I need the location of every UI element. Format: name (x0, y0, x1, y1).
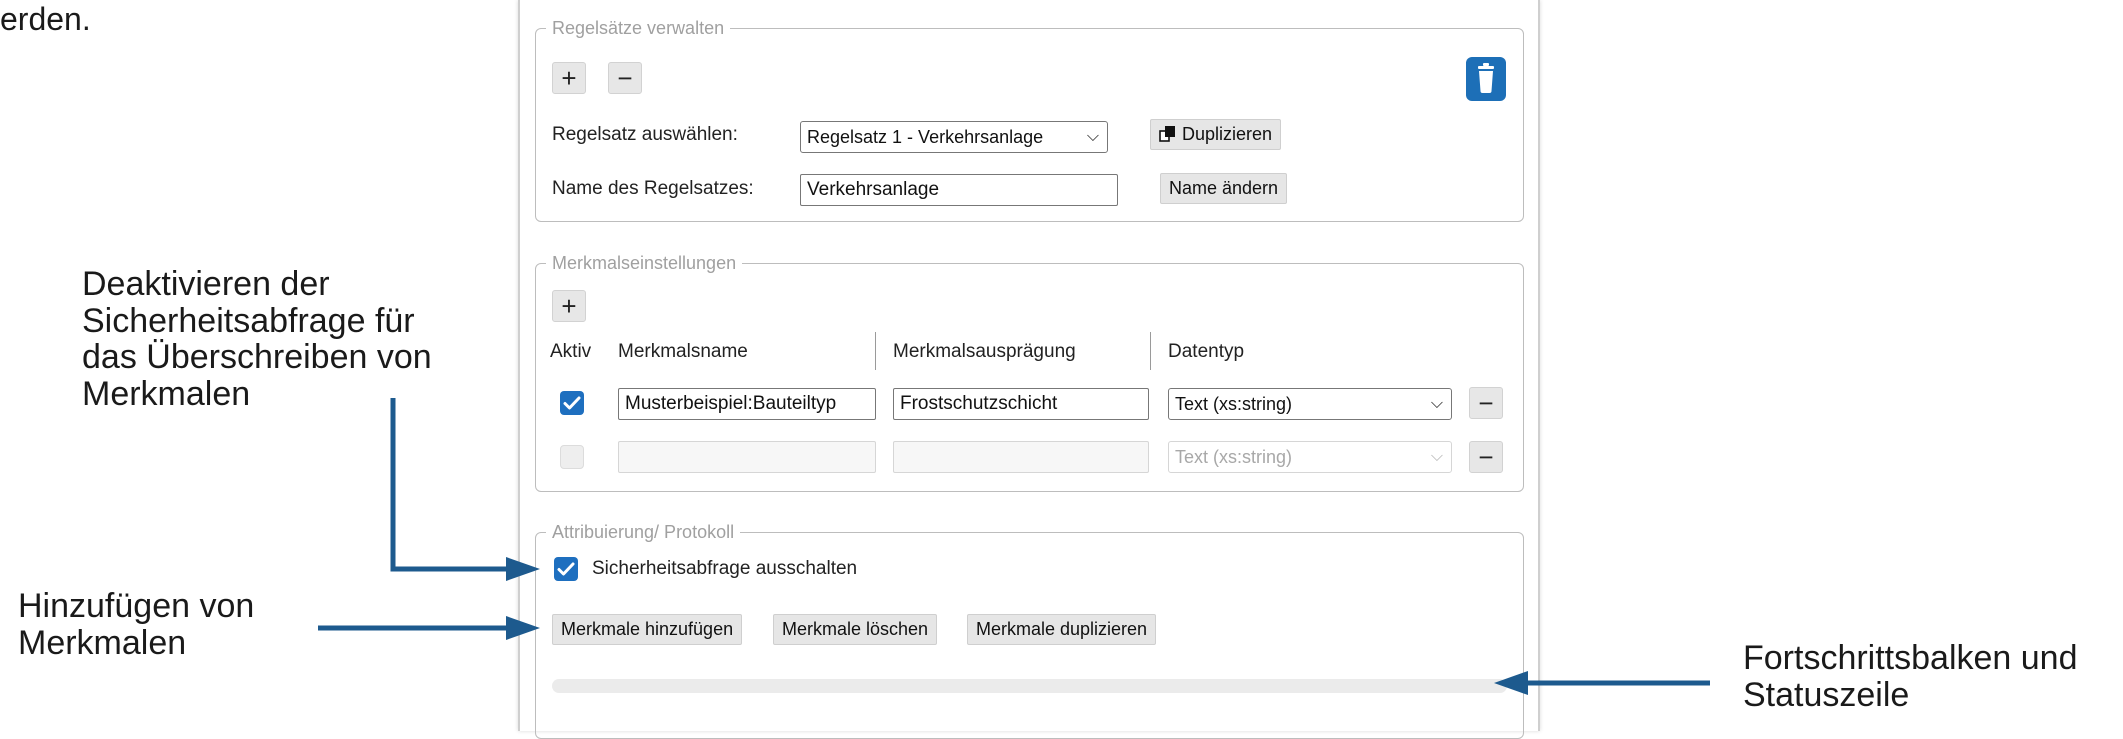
safety-prompt-checkbox[interactable] (554, 557, 578, 581)
feature-type-value: Text (xs:string) (1175, 447, 1293, 467)
delete-ruleset-button[interactable] (1466, 57, 1506, 101)
column-header-value: Merkmalsausprägung (893, 341, 1076, 362)
rename-ruleset-button[interactable]: Name ändern (1160, 173, 1288, 204)
feature-type-value: Text (xs:string) (1175, 394, 1293, 414)
feature-type-select[interactable]: Text (xs:string) ⌵ (1168, 388, 1452, 420)
remove-feature-button[interactable]: − (1469, 441, 1503, 473)
feature-type-select[interactable]: Text (xs:string) ⌵ (1168, 441, 1452, 473)
copy-icon (1159, 126, 1175, 142)
checkmark-icon (557, 562, 575, 576)
feature-value-input[interactable] (893, 441, 1149, 473)
annotation-line: Hinzufügen von (18, 587, 255, 625)
remove-ruleset-button[interactable]: − (608, 62, 642, 94)
add-ruleset-button[interactable]: + (552, 62, 586, 94)
ruleset-name-label: Name des Regelsatzes: (552, 178, 754, 199)
ruleset-legend: Regelsätze verwalten (552, 18, 725, 38)
column-separator[interactable] (1150, 332, 1151, 370)
chevron-down-icon: ⌵ (1086, 128, 1099, 145)
progress-bar (552, 679, 1507, 693)
annotation-progress: Fortschrittsbalken und Statuszeile (1743, 640, 2078, 713)
remove-feature-button[interactable]: − (1469, 387, 1503, 419)
column-header-name: Merkmalsname (618, 341, 748, 362)
ruleset-select-value: Regelsatz 1 - Verkehrsanlage (807, 127, 1044, 147)
feature-active-checkbox[interactable] (560, 391, 584, 415)
feature-name-input[interactable]: Musterbeispiel:Bauteiltyp (618, 388, 876, 420)
annotation-top-fragment: erden. (0, 1, 91, 37)
delete-features-button[interactable]: Merkmale löschen (773, 614, 938, 645)
annotation-line: das Überschreiben von (82, 338, 432, 377)
features-legend: Merkmalseinstellungen (552, 253, 737, 273)
duplicate-ruleset-button[interactable]: Duplizieren (1150, 119, 1282, 150)
arrow-line (390, 398, 510, 572)
chevron-down-icon: ⌵ (1430, 448, 1443, 465)
column-header-active: Aktiv (550, 341, 592, 362)
annotation-deactivate-safety: Deaktivieren der Sicherheitsabfrage für … (82, 266, 432, 413)
annotation-line: Merkmalen (82, 375, 251, 414)
add-feature-button[interactable]: + (552, 290, 586, 322)
annotation-add-features: Hinzufügen von Merkmalen (18, 588, 254, 661)
trash-icon (1478, 63, 1494, 93)
column-header-type: Datentyp (1168, 341, 1245, 362)
annotation-line: Fortschrittsbalken und (1743, 639, 2078, 677)
annotation-line: Merkmalen (18, 623, 187, 662)
column-separator[interactable] (875, 332, 876, 370)
safety-prompt-label[interactable]: Sicherheitsabfrage ausschalten (592, 558, 857, 580)
attribution-legend: Attribuierung/ Protokoll (552, 522, 735, 542)
checkmark-icon (563, 396, 581, 410)
duplicate-features-button[interactable]: Merkmale duplizieren (967, 614, 1157, 645)
annotation-line: Statuszeile (1743, 675, 1910, 714)
annotation-line: Deaktivieren der (82, 265, 330, 303)
ruleset-name-input[interactable]: Verkehrsanlage (800, 174, 1118, 206)
ruleset-select[interactable]: Regelsatz 1 - Verkehrsanlage ⌵ (800, 121, 1108, 153)
add-features-button[interactable]: Merkmale hinzufügen (552, 614, 743, 645)
feature-name-input[interactable] (618, 441, 876, 473)
chevron-down-icon: ⌵ (1430, 395, 1443, 412)
feature-value-input[interactable]: Frostschutzschicht (893, 388, 1149, 420)
duplicate-ruleset-label: Duplizieren (1182, 124, 1273, 144)
feature-active-checkbox[interactable] (560, 445, 584, 469)
application-panel: Regelsätze verwalten + − Regelsatz auswä… (518, 0, 1540, 739)
annotation-line: Sicherheitsabfrage für (82, 301, 415, 340)
ruleset-select-label: Regelsatz auswählen: (552, 124, 738, 145)
